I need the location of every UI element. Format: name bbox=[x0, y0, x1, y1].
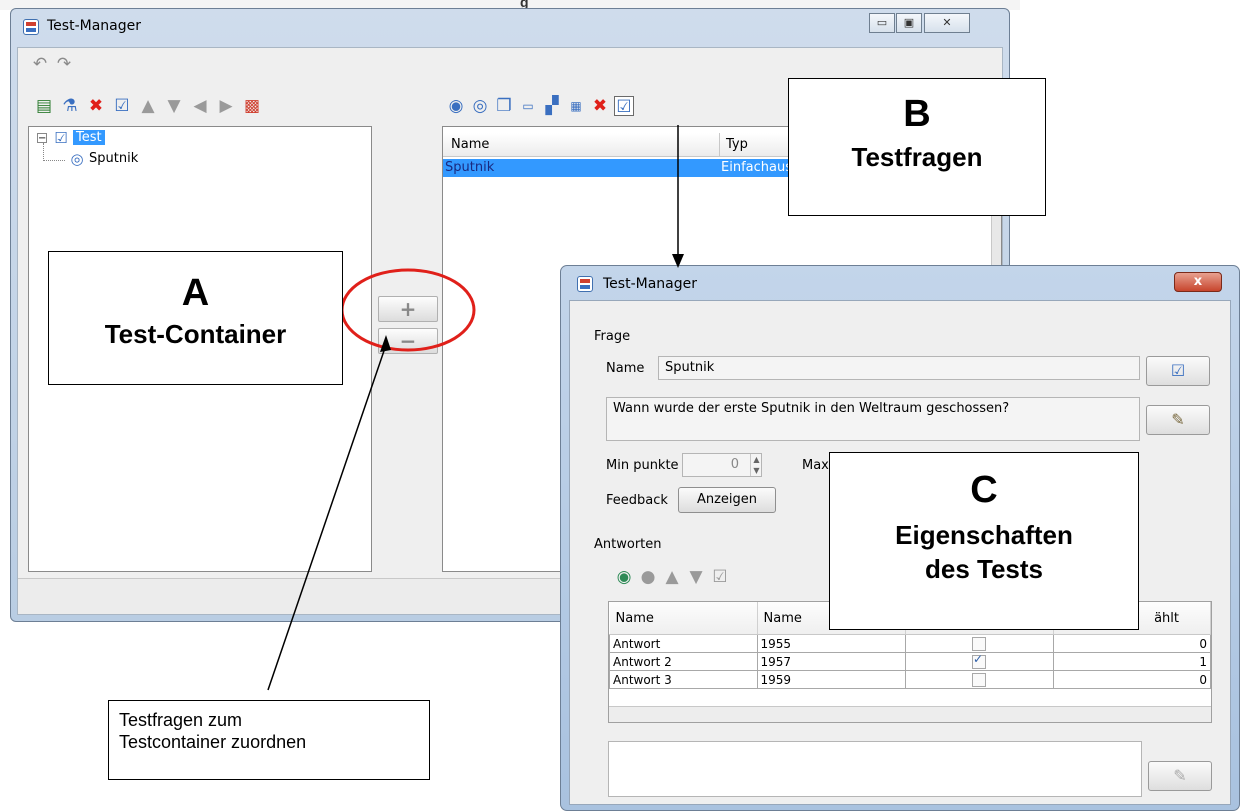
callout-c-line1: Eigenschaften bbox=[895, 520, 1073, 550]
note-line-2: Testcontainer zuordnen bbox=[119, 732, 307, 752]
arrowhead-b bbox=[672, 254, 684, 268]
callout-c-letter: C bbox=[970, 469, 998, 511]
pointer-line-note bbox=[267, 344, 387, 691]
callout-a: A Test-Container bbox=[48, 251, 343, 385]
note-line-1: Testfragen zum bbox=[119, 710, 243, 730]
highlight-ellipse bbox=[340, 268, 476, 352]
callout-c: C Eigenschaften des Tests bbox=[829, 452, 1139, 630]
callout-b-text: Testfragen bbox=[851, 142, 983, 172]
callout-b: B Testfragen bbox=[788, 78, 1046, 216]
note-box: Testfragen zum Testcontainer zuordnen bbox=[108, 700, 430, 780]
annotation-overlay bbox=[267, 125, 684, 691]
callout-a-letter: A bbox=[181, 272, 210, 314]
callout-a-text: Test-Container bbox=[104, 319, 287, 349]
callout-c-line2: des Tests bbox=[924, 554, 1043, 584]
callout-b-letter: B bbox=[903, 93, 931, 135]
arrowhead-note bbox=[380, 335, 391, 352]
